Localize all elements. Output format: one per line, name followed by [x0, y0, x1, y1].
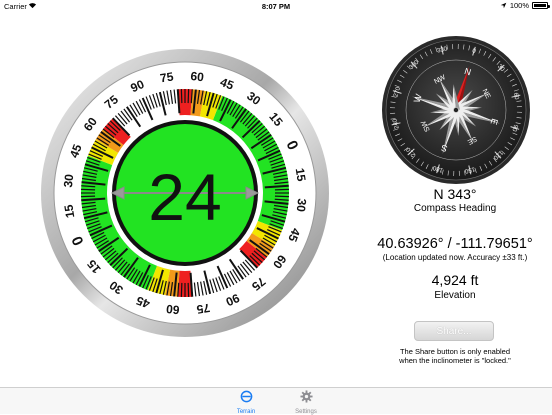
location-arrow-icon [500, 2, 507, 9]
gauge-scale-label: 30 [61, 173, 76, 188]
tab-settings[interactable]: Settings [276, 390, 336, 415]
battery-percent: 100% [510, 1, 529, 10]
gauge-scale-label: 15 [293, 167, 309, 183]
tab-terrain-label: Terrain [216, 409, 276, 415]
elevation-value: 4,924 ft [362, 272, 548, 288]
share-button[interactable]: Share... [414, 321, 494, 341]
inclinometer-gauge: 0153045607590756045301501530456075907560… [40, 48, 330, 338]
compass-dial: 0306090120150180210240270300330 NNEESESS… [381, 35, 531, 185]
share-note: The Share button is only enabled when th… [362, 347, 548, 365]
tab-terrain[interactable]: Terrain [216, 390, 276, 415]
status-bar: Carrier 8:07 PM 100% [0, 0, 552, 12]
gauge-scale-label: 75 [195, 301, 211, 317]
gauge-scale-label: 60 [165, 302, 180, 317]
tab-settings-label: Settings [276, 409, 336, 415]
inclinometer-icon [240, 390, 253, 403]
gear-icon [300, 390, 313, 403]
gauge-scale-label: 60 [190, 69, 205, 84]
status-time: 8:07 PM [0, 2, 552, 11]
location-coordinates: 40.63926° / -111.79651° [362, 236, 548, 252]
battery-icon [532, 2, 548, 9]
gauge-scale-label: 30 [294, 198, 309, 213]
gauge-scale-label: 15 [61, 203, 77, 219]
compass-heading-label: Compass Heading [362, 203, 548, 214]
tab-bar: Terrain Settings [0, 387, 552, 414]
elevation-label: Elevation [362, 290, 548, 301]
gauge-scale-label: 75 [159, 69, 175, 85]
compass-heading-value: N 343° [362, 186, 548, 202]
location-accuracy-note: (Location updated now. Accuracy ±33 ft.) [362, 253, 548, 262]
inclination-reading: 24 [148, 160, 221, 234]
